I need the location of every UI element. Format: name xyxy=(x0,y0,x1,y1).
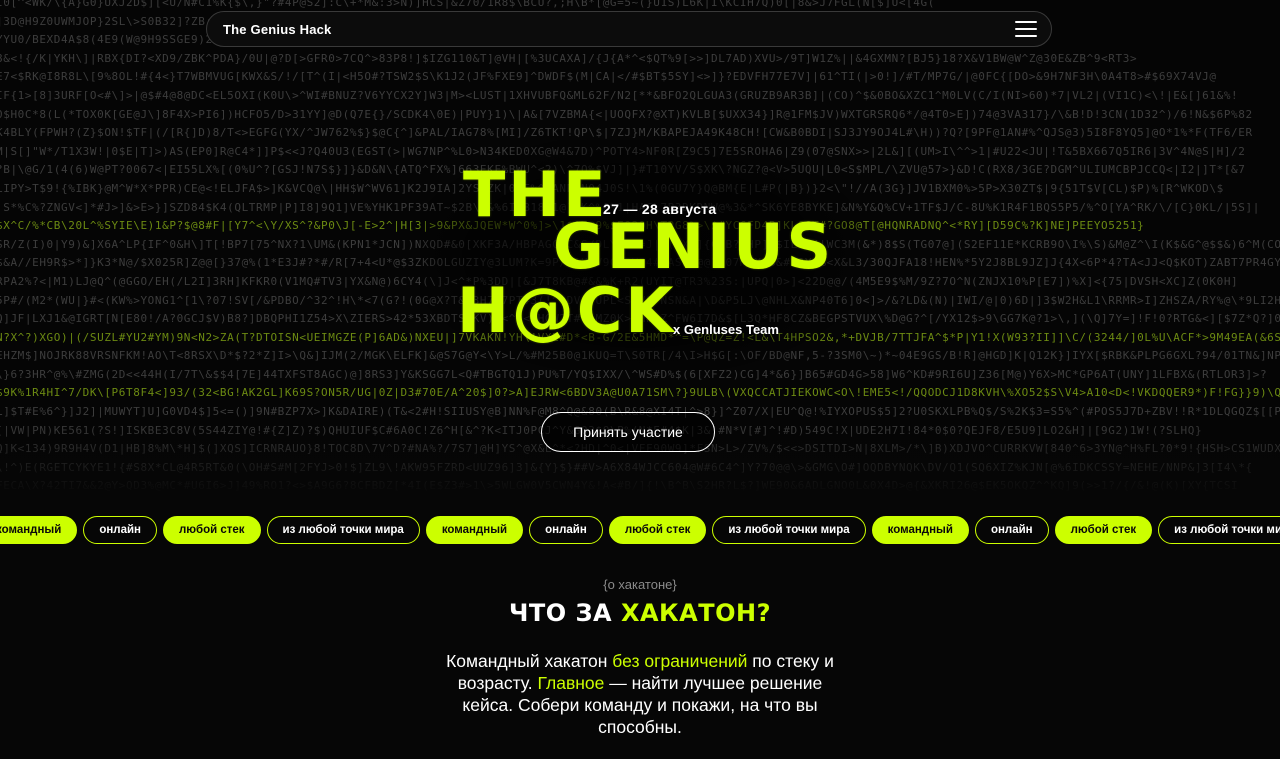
matrix-line: 0$H0C*8(L(*TOX0K[GE@J\]8F4X>PI6])HCFO5/D… xyxy=(0,107,1253,121)
feature-tag: командный xyxy=(425,516,524,544)
matrix-line: IF{1>[8]3URF[O<#\]>|@$#4@8@DC<EL5OXI(K0U… xyxy=(0,88,1239,102)
menu-line xyxy=(1015,28,1037,30)
feature-tags-marquee: командный онлайн любой стек из любой точки … xyxy=(0,516,1280,544)
about-text-part: Командный хакатон xyxy=(446,651,613,671)
about-highlight: без ограничений xyxy=(612,651,748,671)
logo-line-genius: GENIUS xyxy=(553,210,835,283)
feature-tag: онлайн xyxy=(974,516,1049,544)
feature-tag: из любой точки мира xyxy=(266,516,420,544)
feature-tag: онлайн xyxy=(83,516,157,544)
join-button[interactable]: Принять участие xyxy=(541,412,715,452)
event-logo: THE 27 — 28 августа GENIUS H@CK x Genlus… xyxy=(455,158,835,348)
section-title: ЧТО ЗА ХАКАТОН? xyxy=(0,599,1280,627)
title-plain: ЧТО ЗА xyxy=(508,599,621,627)
site-title-link[interactable]: The Genius Hack xyxy=(223,22,331,37)
feature-tag: онлайн xyxy=(529,516,603,544)
feature-tag: командный xyxy=(0,516,78,544)
partner-team: x Genluses Team xyxy=(673,322,779,337)
feature-tag: любой стек xyxy=(608,516,707,544)
hero-section: I0[^<WK/\{A}G0}UXJ2D$][<U/N#C1%K{$\,}"?#… xyxy=(0,0,1280,492)
feature-tag: командный xyxy=(871,516,969,544)
feature-tag: любой стек xyxy=(1054,516,1153,544)
logo-line-hack: H@CK xyxy=(457,274,677,347)
matrix-line: E7<$RK@I8R8L\[9%8OL!#{4<}T7WBMVUG[KWX&S/… xyxy=(0,70,1217,84)
menu-line xyxy=(1015,35,1037,37)
feature-tag: любой стек xyxy=(163,516,261,544)
hamburger-menu-icon[interactable] xyxy=(1015,21,1037,37)
matrix-line: 8&<!{/K|YKH\]|RBX{DI?<XD9/ZBK^PDA}/0U|@?… xyxy=(0,51,1138,65)
feature-tag: из любой точки мира xyxy=(712,516,866,544)
title-accent: ХАКАТОН? xyxy=(620,599,772,627)
matrix-line: $9K%1R4HI^7/DK\[P6T8F4<]93/(32<BG!AK2GL]… xyxy=(0,386,1280,400)
section-kicker: {о хакатоне} xyxy=(603,577,677,592)
tags-track: командный онлайн любой стек из любой точки … xyxy=(0,516,1280,544)
about-description: Командный хакатон без ограничений по сте… xyxy=(440,650,840,738)
menu-line xyxy=(1015,21,1037,23)
feature-tag: из любой точки мира xyxy=(1158,516,1280,544)
top-navbar: The Genius Hack xyxy=(206,11,1052,47)
about-highlight: Главное xyxy=(537,673,605,693)
